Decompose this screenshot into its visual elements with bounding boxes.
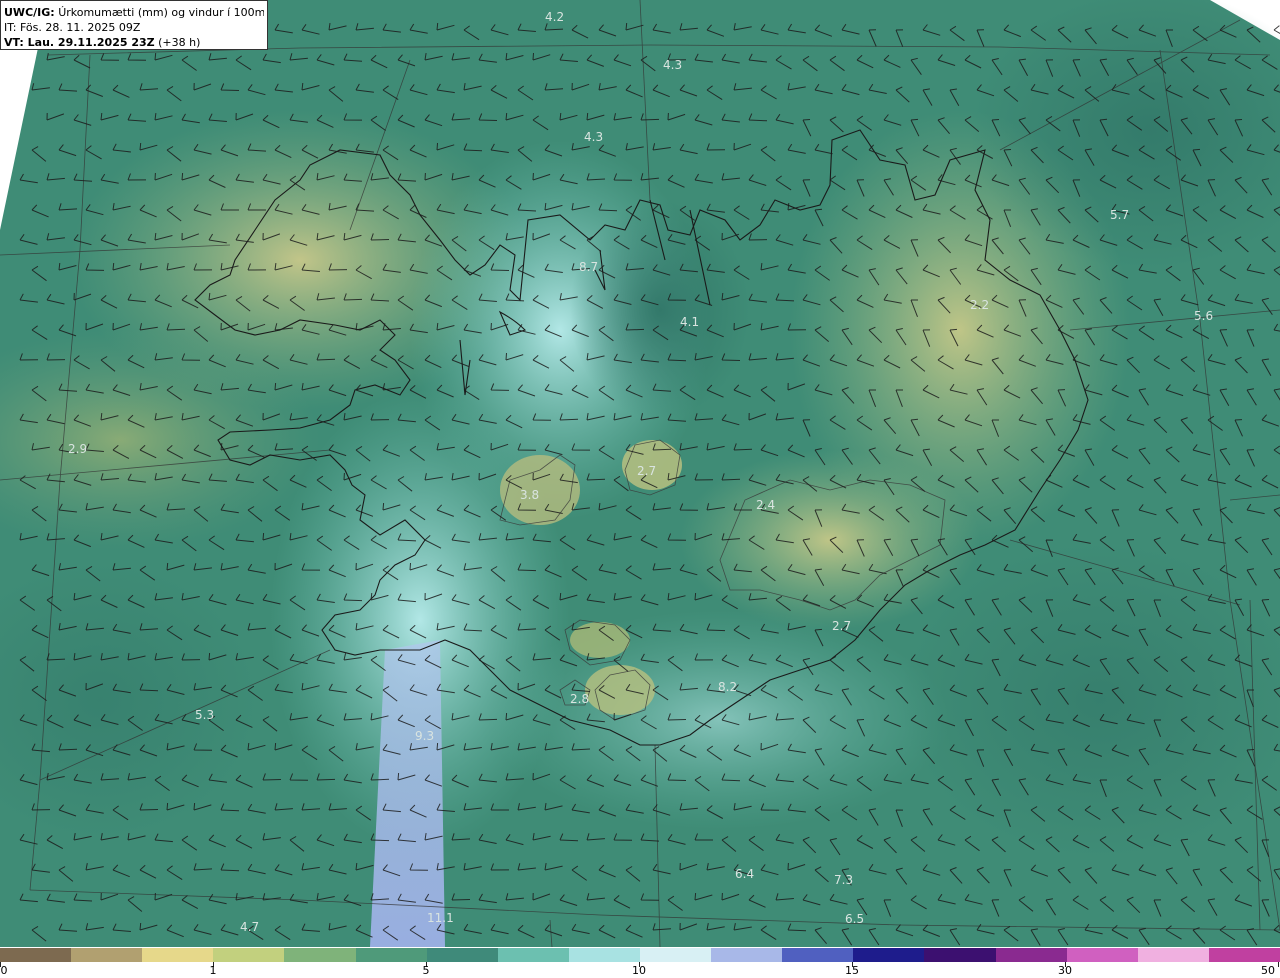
colorbar-segment (1208, 948, 1280, 962)
value-label: 7.3 (834, 873, 853, 887)
value-label: 4.1 (680, 315, 699, 329)
value-label: 5.7 (1110, 208, 1129, 222)
value-label: 5.6 (1194, 309, 1213, 323)
colorbar-segment (568, 948, 641, 962)
colorbar-segment (1066, 948, 1139, 962)
colorbar: 0 1 5 10 15 30 50 (0, 947, 1280, 978)
colorbar-segment (71, 948, 144, 962)
colorbar-segment (1137, 948, 1210, 962)
value-label: 8.2 (718, 680, 737, 694)
colorbar-segment (497, 948, 570, 962)
value-label: 3.8 (520, 488, 539, 502)
colorbar-label: 0 (0, 964, 8, 977)
value-label: 9.3 (415, 729, 434, 743)
lead-time: (+38 h) (158, 36, 201, 49)
colorbar-segment (0, 948, 73, 962)
value-label: 11.1 (427, 911, 454, 925)
colorbar-label: 30 (1058, 964, 1072, 977)
colorbar-label: 15 (845, 964, 859, 977)
value-label: 4.2 (545, 10, 564, 24)
value-label: 4.3 (663, 58, 682, 72)
colorbar-label: 5 (422, 964, 430, 977)
value-label: 6.4 (735, 867, 754, 881)
colorbar-segment (924, 948, 997, 962)
colorbar-label: 50 (1261, 964, 1275, 977)
map-title: Úrkomumætti (mm) og vindur í 100m hæð (58, 6, 264, 19)
issue-time: IT: Fös. 28. 11. 2025 09Z (4, 21, 141, 34)
forecast-map: 4.2 4.3 4.3 5.7 5.6 4.1 8.7 2.2 2.9 2.7 … (0, 0, 1280, 947)
value-label: 2.4 (756, 498, 775, 512)
value-label: 5.3 (195, 708, 214, 722)
value-label: 2.8 (570, 692, 589, 706)
colorbar-segment (782, 948, 855, 962)
colorbar-gradient (0, 948, 1280, 962)
value-label: 6.5 (845, 912, 864, 926)
colorbar-segment (213, 948, 286, 962)
colorbar-label: 1 (209, 964, 217, 977)
value-label: 4.7 (240, 920, 259, 934)
colorbar-segment (711, 948, 784, 962)
colorbar-tick (1278, 962, 1279, 967)
value-label: 2.2 (970, 298, 989, 312)
colorbar-segment (640, 948, 713, 962)
colorbar-segment (355, 948, 428, 962)
value-label: 2.7 (832, 619, 851, 633)
colorbar-segment (284, 948, 357, 962)
colorbar-segment (142, 948, 215, 962)
colorbar-segment (853, 948, 926, 962)
map-canvas: 4.2 4.3 4.3 5.7 5.6 4.1 8.7 2.2 2.9 2.7 … (0, 0, 1280, 947)
forecast-info-box: UWC/IG: Úrkomumætti (mm) og vindur í 100… (0, 0, 268, 50)
model-name: UWC/IG: (4, 6, 55, 19)
colorbar-segment (995, 948, 1068, 962)
value-label: 2.9 (68, 442, 87, 456)
colorbar-segment (426, 948, 499, 962)
colorbar-label: 10 (632, 964, 646, 977)
value-label: 2.7 (637, 464, 656, 478)
value-label: 8.7 (579, 260, 598, 274)
valid-time: VT: Lau. 29.11.2025 23Z (4, 36, 155, 49)
value-label: 4.3 (584, 130, 603, 144)
